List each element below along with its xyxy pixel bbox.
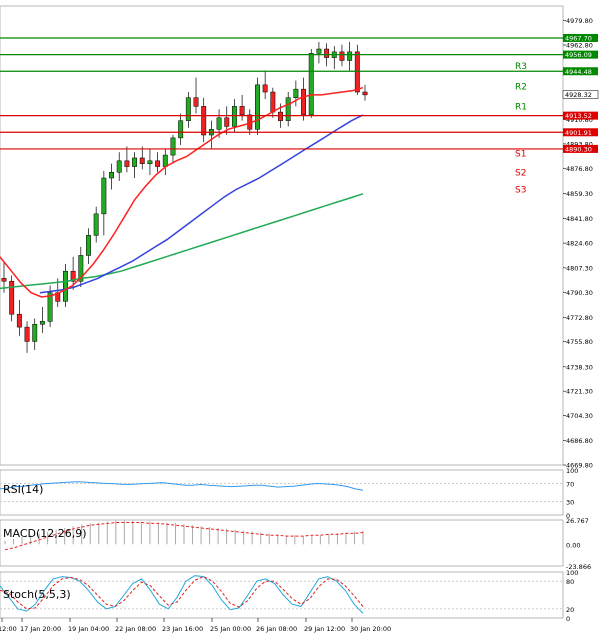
x-tick-label: 25 Jan 00:00 — [210, 625, 251, 633]
candle-down — [224, 117, 230, 127]
stoch-tick-label: 0 — [566, 615, 570, 623]
level-price-label: 4913.52 — [565, 112, 592, 120]
y-tick-label: 4686.80 — [566, 437, 593, 445]
candle-down — [301, 88, 307, 116]
macd-tick-label: 26.767 — [566, 517, 589, 525]
x-tick-label: 19 Jan 04:00 — [68, 625, 109, 633]
candle-down — [262, 84, 268, 93]
candle-up — [285, 97, 291, 121]
level-name-label: S2 — [515, 168, 526, 178]
x-tick-label: 26 Jan 08:00 — [256, 625, 297, 633]
candle-up — [101, 177, 107, 215]
candle-down — [324, 48, 330, 58]
y-tick-label: 4772.80 — [566, 314, 593, 322]
candle-up — [132, 157, 138, 167]
candle-up — [47, 292, 53, 322]
level-name-label: R1 — [515, 102, 527, 112]
candle-down — [139, 157, 145, 164]
level-name-label: R2 — [515, 82, 527, 92]
level-name-label: S3 — [515, 185, 526, 195]
y-tick-label: 4841.80 — [566, 215, 593, 223]
level-price-label: 4901.91 — [565, 129, 592, 137]
rsi-title: RSI(14) — [3, 483, 43, 496]
x-tick-label: 17 Jan 20:00 — [20, 625, 61, 633]
candle-down — [24, 326, 30, 342]
stoch-tick-label: 80 — [566, 578, 574, 586]
level-price-label: 4944.48 — [565, 68, 592, 76]
y-tick-label: 4824.60 — [566, 240, 593, 248]
candle-up — [347, 51, 353, 61]
level-name-label: R3 — [515, 62, 527, 72]
stoch-tick-label: 20 — [566, 606, 574, 614]
candle-up — [116, 160, 122, 173]
y-tick-label: 4859.30 — [566, 190, 593, 198]
candle-up — [62, 270, 68, 302]
candle-up — [231, 106, 237, 127]
candle-up — [316, 48, 322, 54]
candle-up — [185, 97, 191, 121]
level-price-label: 4967.70 — [565, 34, 592, 42]
candle-down — [278, 111, 283, 121]
rsi-tick-label: 100 — [566, 467, 578, 475]
candle-up — [147, 160, 153, 164]
candle-down — [1, 278, 7, 282]
candle-up — [178, 120, 184, 139]
y-tick-label: 4962.80 — [566, 41, 593, 49]
candle-down — [339, 51, 345, 61]
y-tick-label: 4790.30 — [566, 289, 593, 297]
stoch-title: Stoch(5,5,3) — [3, 588, 71, 601]
y-tick-label: 4704.30 — [566, 412, 593, 420]
candle-down — [9, 280, 15, 315]
level-price-label: 4956.09 — [565, 51, 592, 59]
macd-title: MACD(12,26,9) — [3, 527, 87, 540]
x-tick-label: 12:00 — [0, 625, 17, 633]
candle-down — [155, 160, 161, 167]
y-tick-label: 4721.30 — [566, 388, 593, 396]
x-tick-label: 23 Jan 16:00 — [162, 625, 203, 633]
y-tick-label: 4979.80 — [566, 17, 593, 25]
level-price-label: 4890.30 — [565, 145, 592, 153]
candle-up — [109, 172, 114, 179]
candle-up — [86, 235, 91, 256]
candle-up — [255, 84, 260, 130]
level-name-label: S1 — [515, 150, 526, 160]
candle-down — [239, 106, 245, 116]
rsi-tick-label: 70 — [566, 481, 574, 489]
candle-down — [201, 106, 207, 136]
candle-down — [124, 160, 130, 167]
x-tick-label: 29 Jan 12:00 — [304, 625, 345, 633]
candle-down — [193, 97, 199, 107]
rsi-tick-label: 30 — [566, 499, 574, 507]
candle-up — [308, 53, 314, 116]
candle-up — [39, 321, 45, 325]
price-chart: 4979.804962.804945.804928.804910.804893.… — [0, 0, 600, 636]
candle-up — [216, 117, 222, 130]
candle-down — [270, 91, 276, 113]
y-tick-label: 4755.80 — [566, 338, 593, 346]
candle-up — [32, 323, 38, 342]
candle-up — [170, 137, 176, 156]
candle-up — [293, 88, 299, 98]
current-price-label: 4928.32 — [565, 91, 592, 99]
candle-up — [93, 213, 99, 236]
candle-up — [162, 154, 168, 167]
candle-down — [362, 91, 368, 96]
stoch-tick-label: 100 — [566, 569, 578, 577]
x-tick-label: 22 Jan 08:00 — [115, 625, 156, 633]
y-tick-label: 4876.80 — [566, 165, 593, 173]
macd-tick-label: 0.00 — [566, 541, 580, 549]
x-tick-label: 30 Jan 20:00 — [350, 625, 391, 633]
candle-down — [16, 313, 22, 328]
y-tick-label: 4738.30 — [566, 363, 593, 371]
candle-down — [354, 51, 360, 93]
y-tick-label: 4807.30 — [566, 264, 593, 272]
